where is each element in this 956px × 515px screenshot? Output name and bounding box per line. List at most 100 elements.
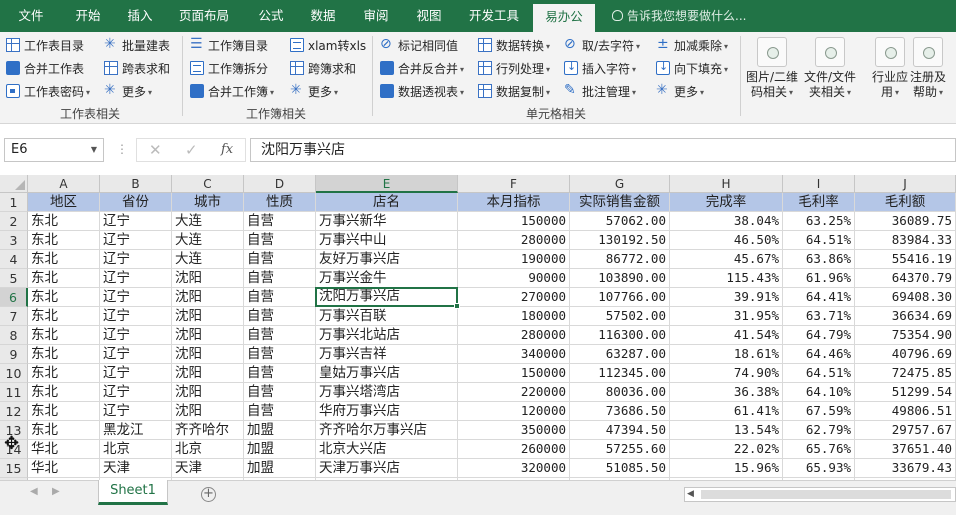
more-workbook-tools-button[interactable]: 更多▾ — [290, 81, 338, 102]
table-cell[interactable]: 自营 — [244, 212, 316, 231]
table-cell[interactable]: 75354.90 — [855, 326, 956, 345]
name-box[interactable]: E6 ▼ — [4, 138, 104, 162]
data-copy-button[interactable]: 数据复制 ▾ — [478, 82, 550, 102]
row-header[interactable]: 3 — [0, 231, 28, 250]
table-cell[interactable]: 天津 — [172, 459, 244, 478]
table-cell[interactable]: 沈阳 — [172, 269, 244, 288]
table-cell[interactable]: 61.96% — [783, 269, 855, 288]
table-cell[interactable]: 辽宁 — [100, 383, 172, 402]
table-cell[interactable]: 64.46% — [783, 345, 855, 364]
table-cell[interactable]: 沈阳 — [172, 326, 244, 345]
table-cell[interactable]: 62.79% — [783, 421, 855, 440]
table-cell[interactable]: 130192.50 — [570, 231, 670, 250]
scrollbar-thumb[interactable] — [701, 490, 951, 499]
register-help-button[interactable]: 注册及 帮助 ▾ — [904, 35, 952, 103]
fill-down-button[interactable]: 向下填充▾ — [656, 59, 728, 79]
table-cell[interactable]: 沈阳 — [172, 288, 244, 307]
table-cell[interactable]: 友好万事兴店 — [316, 250, 458, 269]
table-cell[interactable]: 36.38% — [670, 383, 783, 402]
table-header-cell[interactable]: 店名 — [316, 193, 458, 212]
table-cell[interactable]: 北京大兴店 — [316, 440, 458, 459]
table-cell[interactable]: 22.02% — [670, 440, 783, 459]
table-header-cell[interactable]: 省份 — [100, 193, 172, 212]
table-cell[interactable]: 260000 — [458, 440, 570, 459]
column-header-f[interactable]: F — [458, 175, 570, 193]
table-cell[interactable]: 大连 — [172, 250, 244, 269]
merge-workbooks-button[interactable]: 合并工作簿 ▾ — [190, 82, 274, 102]
table-cell[interactable]: 83984.33 — [855, 231, 956, 250]
table-header-cell[interactable]: 地区 — [28, 193, 100, 212]
table-cell[interactable]: 万事兴北站店 — [316, 326, 458, 345]
tell-me-box[interactable]: 告诉我您想要做什么... — [612, 0, 746, 32]
table-cell[interactable]: 东北 — [28, 326, 100, 345]
more-cell-tools-button[interactable]: 更多▾ — [656, 81, 704, 102]
insert-function-icon[interactable]: fx — [221, 139, 233, 161]
table-cell[interactable]: 齐齐哈尔万事兴店 — [316, 421, 458, 440]
cancel-icon[interactable]: ✕ — [149, 139, 162, 161]
sheet-directory-button[interactable]: 工作表目录 — [6, 36, 84, 56]
table-cell[interactable]: 47394.50 — [570, 421, 670, 440]
column-header-g[interactable]: G — [570, 175, 670, 193]
table-cell[interactable]: 东北 — [28, 364, 100, 383]
tab-3[interactable]: 页面布局 — [178, 0, 230, 32]
select-all-button[interactable] — [0, 175, 28, 193]
table-cell[interactable]: 180000 — [458, 307, 570, 326]
table-cell[interactable]: 加盟 — [244, 440, 316, 459]
table-cell[interactable]: 万事兴中山 — [316, 231, 458, 250]
add-sheet-icon[interactable]: + — [201, 487, 216, 502]
table-cell[interactable]: 辽宁 — [100, 326, 172, 345]
row-header[interactable]: 2 — [0, 212, 28, 231]
table-cell[interactable]: 大连 — [172, 212, 244, 231]
table-cell[interactable]: 51085.50 — [570, 459, 670, 478]
table-cell[interactable]: 华府万事兴店 — [316, 402, 458, 421]
pivot-table-button[interactable]: 数据透视表 ▾ — [380, 82, 464, 102]
table-cell[interactable]: 63287.00 — [570, 345, 670, 364]
table-cell[interactable]: 自营 — [244, 231, 316, 250]
table-cell[interactable]: 华北 — [28, 440, 100, 459]
tab-5[interactable]: 数据 — [310, 0, 336, 32]
table-cell[interactable]: 220000 — [458, 383, 570, 402]
table-cell[interactable]: 辽宁 — [100, 288, 172, 307]
tab-9[interactable]: 易办公 — [533, 4, 595, 32]
table-cell[interactable]: 86772.00 — [570, 250, 670, 269]
chevron-down-icon[interactable]: ▼ — [91, 139, 97, 161]
sheet-tab-sheet1[interactable]: Sheet1 — [98, 480, 168, 505]
row-header[interactable]: 10 — [0, 364, 28, 383]
column-header-d[interactable]: D — [244, 175, 316, 193]
table-cell[interactable]: 51299.54 — [855, 383, 956, 402]
batch-create-sheets-button[interactable]: 批量建表 — [104, 35, 170, 56]
table-cell[interactable]: 北京 — [172, 440, 244, 459]
table-cell[interactable]: 东北 — [28, 288, 100, 307]
column-header-j[interactable]: J — [855, 175, 956, 193]
merge-unmerge-button[interactable]: 合并反合并 ▾ — [380, 59, 464, 79]
table-cell[interactable]: 皇姑万事兴店 — [316, 364, 458, 383]
column-header-a[interactable]: A — [28, 175, 100, 193]
table-cell[interactable]: 116300.00 — [570, 326, 670, 345]
table-cell[interactable]: 辽宁 — [100, 250, 172, 269]
table-cell[interactable]: 38.04% — [670, 212, 783, 231]
horizontal-scrollbar[interactable]: ◀ — [684, 487, 956, 502]
table-cell[interactable]: 41.54% — [670, 326, 783, 345]
insert-chars-button[interactable]: 插入字符▾ — [564, 59, 636, 79]
table-cell[interactable]: 63.71% — [783, 307, 855, 326]
table-header-cell[interactable]: 毛利率 — [783, 193, 855, 212]
table-cell[interactable]: 自营 — [244, 288, 316, 307]
table-cell[interactable]: 东北 — [28, 212, 100, 231]
table-cell[interactable]: 63.25% — [783, 212, 855, 231]
row-header[interactable]: 11 — [0, 383, 28, 402]
table-cell[interactable]: 57255.60 — [570, 440, 670, 459]
table-cell[interactable]: 49806.51 — [855, 402, 956, 421]
table-cell[interactable]: 万事兴新华 — [316, 212, 458, 231]
table-cell[interactable]: 辽宁 — [100, 307, 172, 326]
merge-sheets-button[interactable]: 合并工作表 — [6, 59, 84, 79]
table-cell[interactable]: 36634.69 — [855, 307, 956, 326]
table-cell[interactable]: 90000 — [458, 269, 570, 288]
table-cell[interactable]: 64.79% — [783, 326, 855, 345]
table-cell[interactable]: 万事兴百联 — [316, 307, 458, 326]
table-cell[interactable]: 340000 — [458, 345, 570, 364]
table-header-cell[interactable]: 性质 — [244, 193, 316, 212]
table-cell[interactable]: 64370.79 — [855, 269, 956, 288]
table-cell[interactable]: 15.96% — [670, 459, 783, 478]
table-cell[interactable]: 辽宁 — [100, 269, 172, 288]
table-cell[interactable]: 29757.67 — [855, 421, 956, 440]
